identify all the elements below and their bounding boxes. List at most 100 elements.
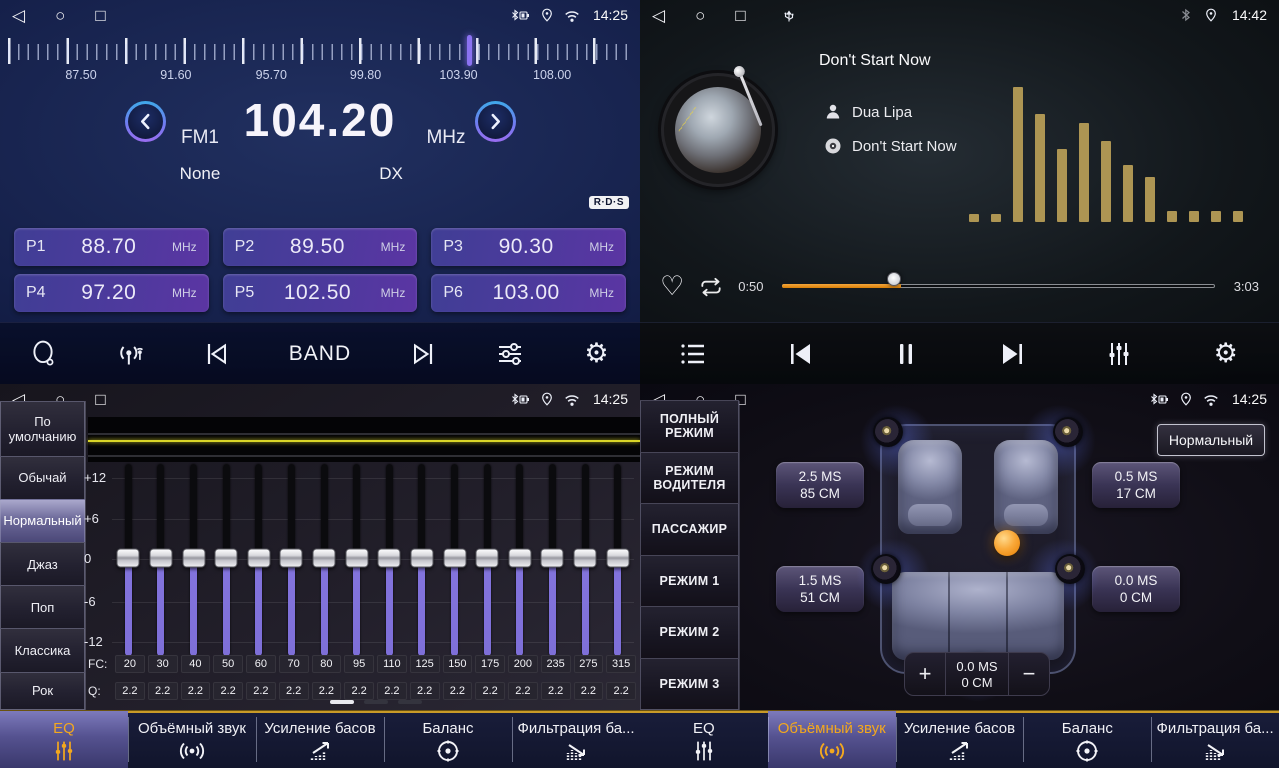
recents-button[interactable]: □ [95,7,105,24]
album-art[interactable]: ~~~~~~ [661,73,775,187]
tab-balance[interactable]: Баланс [384,711,512,768]
q-value[interactable]: 2.2 [213,682,243,700]
q-value[interactable]: 2.2 [246,682,276,700]
previous-track-button[interactable] [785,339,815,369]
q-value[interactable]: 2.2 [541,682,571,700]
tab-surround[interactable]: Объёмный звук [128,711,256,768]
pause-button[interactable] [891,339,921,369]
fc-value[interactable]: 20 [115,655,145,673]
fc-value[interactable]: 125 [410,655,440,673]
broadcast-button[interactable] [115,339,145,369]
q-value[interactable]: 2.2 [344,682,374,700]
eq-slider[interactable] [308,464,341,656]
fc-value[interactable]: 150 [443,655,473,673]
q-value[interactable]: 2.2 [377,682,407,700]
mode-3[interactable]: РЕЖИМ 3 [640,658,739,711]
preset-button-p1[interactable]: P1 88.70 MHz [14,228,209,266]
q-value[interactable]: 2.2 [574,682,604,700]
eq-slider[interactable] [210,464,243,656]
fc-value[interactable]: 235 [541,655,571,673]
tab-eq[interactable]: EQ [0,711,128,768]
tab-bass-boost[interactable]: Усиление басов [256,711,384,768]
seek-bar-knob[interactable] [887,272,901,286]
fc-value[interactable]: 175 [475,655,505,673]
delay-front-right[interactable]: 0.5 MS 17 CM [1092,462,1180,508]
eq-preset-normal-selected[interactable]: Нормальный [0,499,85,543]
mode-passenger[interactable]: ПАССАЖИР [640,503,739,556]
eq-slider[interactable] [145,464,178,656]
eq-slider[interactable] [112,464,145,656]
fc-value[interactable]: 315 [606,655,636,673]
next-track-button[interactable] [998,339,1028,369]
tab-bass-boost[interactable]: Усиление басов [896,711,1024,768]
q-value[interactable]: 2.2 [475,682,505,700]
scan-button[interactable] [28,339,58,369]
q-value[interactable]: 2.2 [181,682,211,700]
eq-preset-rock[interactable]: Рок [0,672,85,710]
eq-preset-classic[interactable]: Классика [0,628,85,672]
eq-preset-jazz[interactable]: Джаз [0,542,85,586]
fc-value[interactable]: 200 [508,655,538,673]
delay-front-left[interactable]: 2.5 MS 85 CM [776,462,864,508]
delay-rear-left[interactable]: 1.5 MS 51 CM [776,566,864,612]
eq-slider[interactable] [569,464,602,656]
fc-value[interactable]: 40 [181,655,211,673]
home-button[interactable]: ○ [695,7,705,24]
eq-slider[interactable] [406,464,439,656]
preset-button-p5[interactable]: P5 102.50 MHz [223,274,418,312]
eq-slider[interactable] [373,464,406,656]
q-value[interactable]: 2.2 [312,682,342,700]
frequency-dial[interactable]: 87.50 91.60 95.70 99.80 103.90 108.00 [8,34,632,84]
seek-next-button[interactable] [408,339,438,369]
dial-indicator[interactable] [467,35,472,66]
q-value[interactable]: 2.2 [508,682,538,700]
back-button[interactable]: ◁ [652,7,665,24]
eq-slider[interactable] [504,464,537,656]
tab-eq[interactable]: EQ [640,711,768,768]
tab-filter[interactable]: Фильтрация ба... [512,711,640,768]
back-button[interactable]: ◁ [12,7,25,24]
repeat-button[interactable] [698,274,724,298]
delay-rear-right[interactable]: 0.0 MS 0 CM [1092,566,1180,612]
favorite-button[interactable]: ♡ [660,273,684,300]
decrease-delay-button[interactable]: − [1009,653,1049,695]
fc-value[interactable]: 95 [344,655,374,673]
fc-value[interactable]: 50 [213,655,243,673]
tab-balance[interactable]: Баланс [1023,711,1151,768]
eq-preset-pop[interactable]: Поп [0,585,85,629]
tab-surround[interactable]: Объёмный звук [768,711,896,768]
recents-button[interactable]: □ [735,7,745,24]
listener-position-handle[interactable] [994,530,1020,556]
q-value[interactable]: 2.2 [410,682,440,700]
mode-2[interactable]: РЕЖИМ 2 [640,606,739,659]
seek-bar[interactable] [782,278,1215,294]
preset-button-p2[interactable]: P2 89.50 MHz [223,228,418,266]
profile-button[interactable]: Нормальный [1157,424,1265,456]
mode-1[interactable]: РЕЖИМ 1 [640,555,739,608]
eq-slider[interactable] [243,464,276,656]
mode-driver[interactable]: РЕЖИМ ВОДИТЕЛЯ [640,452,739,505]
increase-delay-button[interactable]: + [905,653,945,695]
eq-slider[interactable] [438,464,471,656]
q-value[interactable]: 2.2 [115,682,145,700]
fc-value[interactable]: 275 [574,655,604,673]
audio-settings-button[interactable] [495,339,525,369]
eq-slider[interactable] [601,464,634,656]
fc-value[interactable]: 110 [377,655,407,673]
fc-value[interactable]: 70 [279,655,309,673]
q-value[interactable]: 2.2 [279,682,309,700]
band-button[interactable]: BAND [289,342,351,366]
gear-icon[interactable]: ⚙ [1211,339,1241,369]
preset-button-p6[interactable]: P6 103.00 MHz [431,274,626,312]
eq-slider[interactable] [471,464,504,656]
fc-value[interactable]: 60 [246,655,276,673]
fc-value[interactable]: 80 [312,655,342,673]
eq-preset-custom[interactable]: Обычай [0,456,85,500]
recents-button[interactable]: □ [95,391,105,408]
q-value[interactable]: 2.2 [606,682,636,700]
eq-slider[interactable] [340,464,373,656]
home-button[interactable]: ○ [55,7,65,24]
fc-value[interactable]: 30 [148,655,178,673]
preset-button-p4[interactable]: P4 97.20 MHz [14,274,209,312]
gear-icon[interactable]: ⚙ [582,339,612,369]
